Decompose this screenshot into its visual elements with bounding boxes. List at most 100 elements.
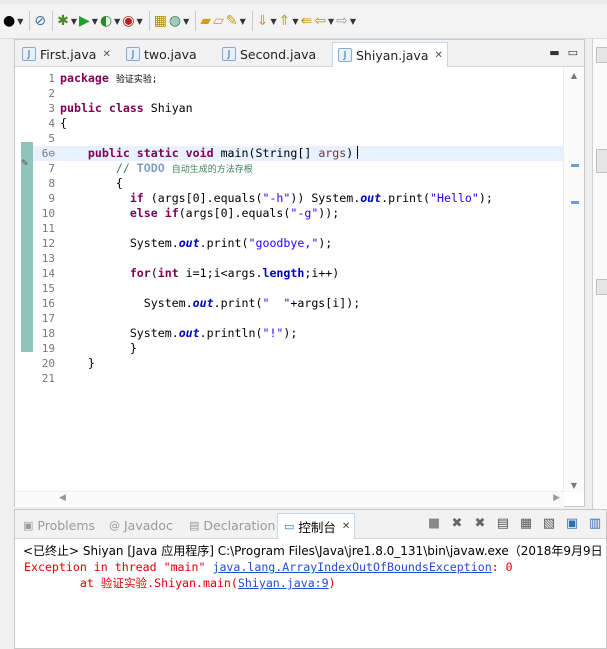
task-marker-icon: ✎ xyxy=(21,159,29,169)
close-icon[interactable]: ✕ xyxy=(102,49,110,60)
code-token: out xyxy=(178,326,200,340)
code-line: 4{ xyxy=(33,116,566,131)
code-token: out xyxy=(192,296,214,310)
line-number: 3 xyxy=(48,102,55,115)
code-token: args xyxy=(318,146,347,160)
code-line: 21 xyxy=(33,371,566,386)
tab-shiyan-java[interactable]: J Shiyan.java ✕ xyxy=(332,42,448,67)
exception-link[interactable]: java.lang.ArrayIndexOutOfBoundsException xyxy=(212,560,491,574)
code-token: System. xyxy=(143,296,193,310)
external-tools-button[interactable]: ◉ ▼ xyxy=(122,10,142,32)
code-token: void xyxy=(185,146,214,160)
editor-tabbar: J First.java ✕ J two.java J Second.java … xyxy=(15,40,584,67)
editor-vertical-scrollbar[interactable]: ▲ ▼ xyxy=(563,67,584,492)
code-token: public xyxy=(87,146,130,160)
run-button[interactable]: ▶ ▼ xyxy=(79,10,98,32)
remove-launch-icon[interactable]: ✖ xyxy=(448,516,466,531)
code-token: if xyxy=(129,191,144,205)
line-number: 6⊖ xyxy=(41,147,55,160)
tab-first-java[interactable]: J First.java ✕ xyxy=(17,42,111,66)
code-token: } xyxy=(129,341,137,355)
tab-javadoc[interactable]: @ Javadoc xyxy=(103,515,173,535)
line-number: 20 xyxy=(41,357,55,370)
code-lines[interactable]: 1 package 验证实验; 2 3 public class Shiyan 4{… xyxy=(33,71,566,386)
code-token: ); xyxy=(283,326,298,340)
code-token: ;i++) xyxy=(304,266,340,280)
code-token: "Hello" xyxy=(430,191,479,205)
open-resource-button[interactable]: ▱ xyxy=(213,10,224,32)
remove-all-terminated-icon[interactable]: ✖ xyxy=(471,516,489,531)
source-location-link[interactable]: Shiyan.java:9 xyxy=(238,576,329,590)
code-line: 1 package 验证实验; xyxy=(33,71,566,86)
console-error-line: at 验证实验.Shiyan.main(Shiyan.java:9) xyxy=(24,575,336,591)
scroll-left-icon[interactable]: ◀ xyxy=(59,493,66,503)
skip-breakpoints-button[interactable]: ⊘ xyxy=(34,10,46,32)
new-class-button[interactable]: ◍ ▼ xyxy=(169,10,189,32)
line-number: 5 xyxy=(48,132,55,145)
clear-console-icon[interactable]: ▤ xyxy=(494,516,512,531)
code-line: 13 xyxy=(33,251,566,266)
code-token: (args[0].equals( xyxy=(150,191,263,205)
code-token: package xyxy=(60,71,109,85)
code-line: 20 } xyxy=(33,356,566,371)
search-button[interactable]: ✎ ▼ xyxy=(226,10,246,32)
word-wrap-icon[interactable]: ▧ xyxy=(540,516,558,531)
maximize-icon[interactable]: ▭ xyxy=(568,46,578,59)
task-view-icon[interactable] xyxy=(596,149,607,173)
close-icon[interactable]: ✕ xyxy=(342,521,350,532)
tab-console[interactable]: ▭ 控制台 ✕ xyxy=(277,513,356,539)
previous-annotation-button[interactable]: ⇑ ▼ xyxy=(279,10,299,32)
tab-declaration[interactable]: ▤ Declaration xyxy=(183,515,275,535)
next-annotation-button[interactable]: ⇓ ▼ xyxy=(257,10,277,32)
back-button[interactable]: ⇦ ▼ xyxy=(314,10,334,32)
perspective-button[interactable]: ● ▼ xyxy=(3,10,23,32)
close-icon[interactable]: ✕ xyxy=(434,50,442,61)
code-line: 19 } xyxy=(33,341,566,356)
console-text: ) xyxy=(328,576,336,590)
forward-button[interactable]: ⇨ ▼ xyxy=(336,10,356,32)
tab-label: 控制台 xyxy=(298,520,336,535)
editor-window-buttons: ▬ ▭ xyxy=(549,46,578,59)
debug-button[interactable]: ✱ ▼ xyxy=(57,10,77,32)
overview-ruler-mark[interactable] xyxy=(571,201,579,204)
overview-ruler-mark[interactable] xyxy=(571,164,579,167)
code-token: ) xyxy=(346,146,354,160)
tab-second-java[interactable]: J Second.java xyxy=(217,42,316,66)
tab-label: Javadoc xyxy=(124,517,173,533)
terminate-icon[interactable]: ■ xyxy=(425,516,443,531)
minimize-icon[interactable]: ▬ xyxy=(549,46,559,59)
scroll-down-icon[interactable]: ▼ xyxy=(564,481,584,490)
java-file-icon: J xyxy=(126,47,140,61)
editor-horizontal-scrollbar[interactable]: ◀ ▶ xyxy=(15,491,564,507)
code-token: class xyxy=(108,101,144,115)
line-number: 1 xyxy=(48,72,55,85)
code-token: } xyxy=(87,356,95,370)
coverage-button[interactable]: ◐ ▼ xyxy=(100,10,120,32)
code-token: // xyxy=(115,161,137,175)
toolbar-separator xyxy=(29,11,31,31)
new-package-button[interactable]: ▦ xyxy=(154,10,167,32)
outline-view-icon[interactable] xyxy=(596,47,607,63)
tab-two-java[interactable]: J two.java xyxy=(121,42,197,66)
back-arrow-icon: ⇦ xyxy=(314,13,326,29)
package-icon: ▦ xyxy=(153,13,167,29)
java-file-icon: J xyxy=(338,48,352,62)
last-edit-button[interactable]: ⇚ xyxy=(301,10,313,32)
code-line: 16 System.out.print(" "+args[i]); xyxy=(33,296,566,311)
code-token: .print( xyxy=(213,296,263,310)
scroll-up-icon[interactable]: ▲ xyxy=(564,71,584,80)
code-token: )) System. xyxy=(290,191,361,205)
scroll-right-icon[interactable]: ▶ xyxy=(553,493,560,503)
scroll-lock-icon[interactable]: ▦ xyxy=(517,516,535,531)
open-type-button[interactable]: ▰ xyxy=(200,10,211,32)
line-number: 16 xyxy=(41,297,55,310)
code-token: )); xyxy=(318,206,340,220)
new-class-icon: ◍ xyxy=(168,13,182,29)
tab-problems[interactable]: ▣ Problems xyxy=(17,515,95,535)
code-token: .print( xyxy=(199,236,249,250)
pin-console-icon[interactable]: ▣ xyxy=(563,516,581,531)
display-console-icon[interactable]: ▥ xyxy=(586,516,604,531)
code-line: 18 System.out.println("!"); xyxy=(33,326,566,341)
view-minimized-icon[interactable] xyxy=(596,279,607,295)
console-text: at 验证实验.Shiyan.main( xyxy=(24,576,238,590)
